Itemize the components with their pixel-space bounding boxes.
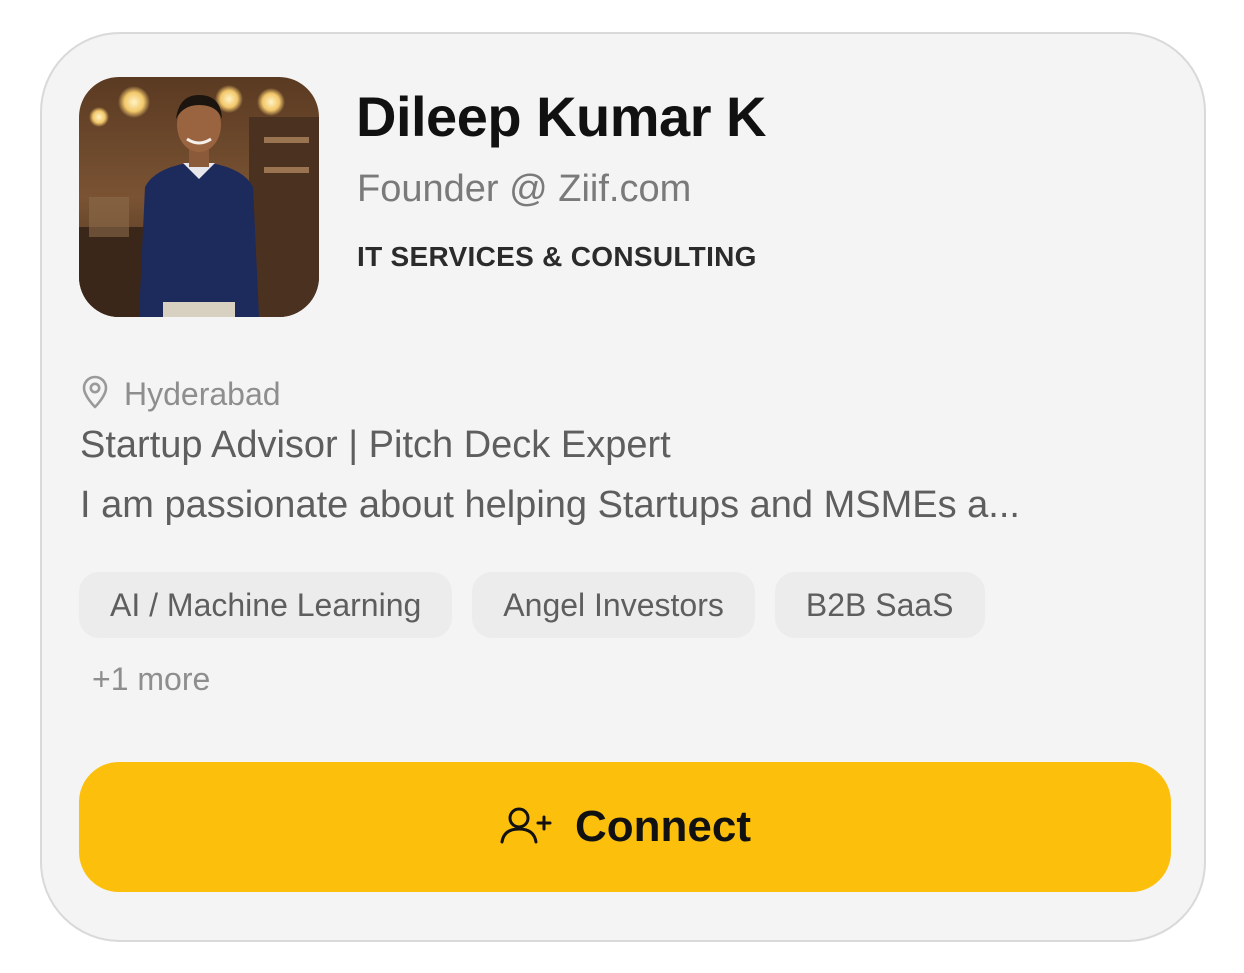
tag-chip: Angel Investors — [472, 572, 755, 638]
location-label: Hyderabad — [124, 375, 281, 412]
user-plus-icon — [499, 805, 553, 850]
tag-chip: B2B SaaS — [774, 572, 985, 638]
tag-chip: AI / Machine Learning — [79, 572, 453, 638]
profile-industry: IT SERVICES & CONSULTING — [357, 241, 757, 272]
profile-headline: Startup Advisor | Pitch Deck Expert — [80, 424, 671, 466]
location: Hyderabad — [80, 374, 281, 414]
avatar — [79, 77, 319, 317]
profile-card: Dileep Kumar K Founder @ Ziif.com IT SER… — [40, 32, 1206, 942]
profile-bio: I am passionate about helping Startups a… — [80, 484, 1020, 526]
connect-button[interactable]: Connect — [79, 762, 1171, 892]
profile-role: Founder @ Ziif.com — [357, 168, 692, 210]
profile-name: Dileep Kumar K — [356, 85, 767, 148]
map-pin-icon — [80, 375, 110, 414]
tag-list: AI / Machine Learning Angel Investors B2… — [79, 572, 985, 638]
connect-label: Connect — [575, 802, 751, 851]
more-tags-link[interactable]: +1 more — [92, 661, 210, 698]
